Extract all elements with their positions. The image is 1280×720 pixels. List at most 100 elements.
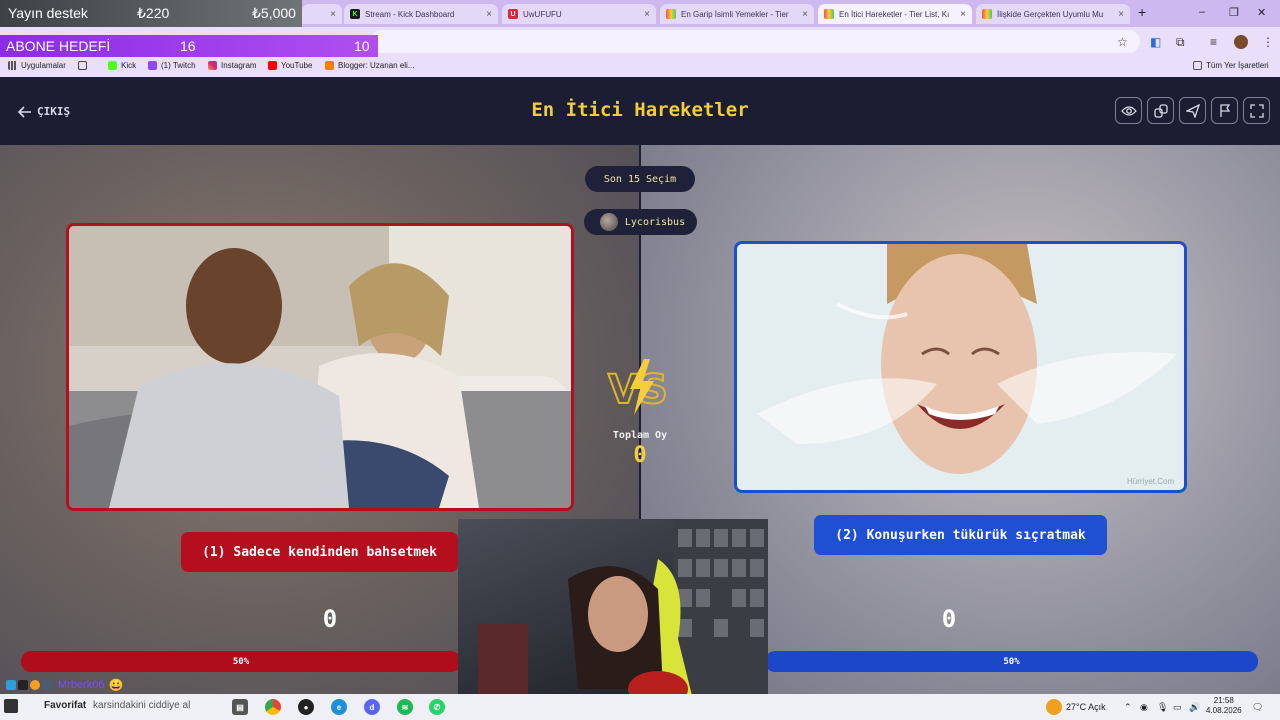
tray-chevron-icon[interactable]: ⌃ bbox=[1124, 702, 1132, 713]
media-controls-icon[interactable]: ≡ bbox=[1210, 35, 1217, 49]
bookmarks-bar: Uygulamalar Kick (1) Twitch Instagram Yo… bbox=[0, 57, 1280, 77]
browser-menu-icon[interactable]: ⋮ bbox=[1262, 35, 1274, 49]
fullscreen-button[interactable] bbox=[1243, 97, 1270, 124]
avatar bbox=[599, 213, 618, 231]
browser-tab-garip-yemekler[interactable]: En Garip İsimli Yemekler - Tier × bbox=[660, 4, 814, 24]
edge-icon[interactable]: e bbox=[331, 699, 347, 715]
option-1-vote-button[interactable]: (1) Sadece kendinden bahsetmek bbox=[181, 532, 458, 572]
discord-icon[interactable]: d bbox=[364, 699, 380, 715]
creator-badge[interactable]: Lycorisbus bbox=[584, 209, 697, 235]
grid-icon bbox=[78, 61, 87, 70]
extensions-icon[interactable]: ⧉ bbox=[1176, 35, 1185, 50]
tierlist-icon bbox=[824, 9, 834, 19]
image-watermark: Hürriyet.Com bbox=[1127, 477, 1174, 486]
volume-icon[interactable]: 🔊 bbox=[1189, 702, 1200, 713]
tab-close-icon[interactable]: × bbox=[1118, 9, 1124, 20]
browser-tab[interactable]: × bbox=[302, 4, 342, 24]
tab-close-icon[interactable]: × bbox=[802, 9, 808, 20]
translate-icon[interactable]: ◧ bbox=[1150, 35, 1161, 49]
bookmark-blogger[interactable]: Blogger: Uzanan eli... bbox=[325, 61, 415, 70]
link-icon bbox=[1153, 103, 1168, 118]
browser-tab-uwufufu[interactable]: U UwUFUFU × bbox=[502, 4, 656, 24]
bookmark-apps[interactable]: Uygulamalar bbox=[8, 61, 66, 70]
donation-current: ₺220 bbox=[137, 5, 170, 21]
tray-app-icon[interactable]: ◉ bbox=[1140, 702, 1148, 713]
chat-message-overlay: Mrberk06 😀 bbox=[6, 677, 123, 693]
start-icon[interactable] bbox=[4, 699, 18, 713]
donation-goal: ₺5,000 bbox=[252, 5, 296, 21]
option-1-image-card[interactable] bbox=[66, 223, 574, 511]
versus-emblem: VS bbox=[607, 359, 669, 415]
tab-close-icon[interactable]: × bbox=[644, 9, 650, 20]
whatsapp-icon[interactable]: ✆ bbox=[429, 699, 445, 715]
visibility-button[interactable] bbox=[1115, 97, 1142, 124]
bookmark-youtube[interactable]: YouTube bbox=[268, 61, 312, 70]
chrome-icon[interactable] bbox=[265, 699, 281, 715]
eye-icon bbox=[1120, 105, 1137, 116]
page-header: ÇIKIŞ En İtici Hareketler bbox=[0, 77, 1280, 145]
windows-taskbar: Favorifat karsindakini ciddiye al ▤ ● e … bbox=[0, 694, 1280, 720]
tab-close-icon[interactable]: × bbox=[486, 9, 492, 20]
chat-username: Mrberk06 bbox=[58, 679, 105, 691]
network-icon[interactable]: ▭ bbox=[1173, 702, 1182, 713]
obs-icon[interactable]: ● bbox=[298, 699, 314, 715]
microphone-icon[interactable]: 🎙 bbox=[1157, 702, 1168, 713]
browser-tab-itici-hareketler[interactable]: En İtici Hareketler - Tier List, Kı × bbox=[818, 4, 972, 24]
weather-icon bbox=[1046, 699, 1062, 715]
bookmark-kick[interactable]: Kick bbox=[108, 61, 136, 70]
send-button[interactable] bbox=[1179, 97, 1206, 124]
emote-icon: 😀 bbox=[108, 678, 124, 692]
notifications-icon[interactable]: 🗨 bbox=[1252, 702, 1263, 713]
sub-goal-target: 10 bbox=[354, 38, 370, 54]
send-icon bbox=[1185, 103, 1200, 118]
sub-goal-current: 16 bbox=[180, 38, 196, 54]
tierlist-icon bbox=[666, 9, 676, 19]
donation-label: Yayın destek bbox=[8, 5, 88, 21]
task-view-icon[interactable]: ▤ bbox=[232, 699, 248, 715]
weather-text[interactable]: 27°C Açık bbox=[1066, 702, 1106, 712]
donation-goal-overlay: Yayın destek ₺220 ₺5,000 bbox=[0, 0, 302, 27]
last-choices-button[interactable]: Son 15 Seçim bbox=[585, 166, 695, 192]
minimize-icon[interactable]: – bbox=[1199, 6, 1205, 18]
profile-avatar[interactable] bbox=[1234, 35, 1248, 49]
address-bar[interactable] bbox=[370, 30, 1140, 53]
badge-icon bbox=[30, 680, 40, 690]
webcam-image bbox=[478, 519, 768, 720]
option-2-photo: Hürriyet.Com bbox=[737, 244, 1184, 490]
apps-icon bbox=[8, 61, 17, 70]
stream-ticker: Favorifat karsindakini ciddiye al bbox=[44, 700, 191, 711]
browser-tab-iliskide-uyumlu[interactable]: İlişkide Gerçekten Uyumlu Mu × bbox=[976, 4, 1130, 24]
all-bookmarks[interactable]: Tüm Yer İşaretleri bbox=[1193, 61, 1269, 70]
tab-close-icon[interactable]: × bbox=[960, 9, 966, 20]
close-window-icon[interactable]: ✕ bbox=[1257, 6, 1266, 19]
badge-icon bbox=[18, 680, 28, 690]
option-2-image-card[interactable]: Hürriyet.Com bbox=[734, 241, 1187, 493]
spotify-icon[interactable]: ≋ bbox=[397, 699, 413, 715]
fullscreen-icon bbox=[1249, 103, 1264, 118]
total-votes-label: Toplam Oy bbox=[612, 430, 668, 441]
restore-icon[interactable]: ❐ bbox=[1229, 6, 1239, 19]
share-link-button[interactable] bbox=[1147, 97, 1174, 124]
instagram-icon bbox=[208, 61, 217, 70]
report-button[interactable] bbox=[1211, 97, 1238, 124]
option-2-vote-count: 0 bbox=[941, 605, 957, 633]
page-title: En İtici Hareketler bbox=[531, 99, 749, 121]
webcam-feed bbox=[458, 519, 768, 720]
clock[interactable]: 21:58 4.08.2026 bbox=[1206, 696, 1242, 716]
option-1-vote-count: 0 bbox=[322, 605, 338, 633]
tab-close-icon[interactable]: × bbox=[330, 9, 336, 20]
folder-icon bbox=[1193, 61, 1202, 70]
tierlist-icon bbox=[982, 9, 992, 19]
youtube-icon bbox=[268, 61, 277, 70]
twitch-icon bbox=[148, 61, 157, 70]
option-2-vote-button[interactable]: (2) Konuşurken tükürük sıçratmak bbox=[814, 515, 1107, 555]
kick-icon: K bbox=[350, 9, 360, 19]
option-1-percent-bar: 50% bbox=[21, 651, 461, 672]
total-votes-value: 0 bbox=[633, 443, 647, 468]
bookmark-star-icon[interactable]: ☆ bbox=[1117, 35, 1128, 49]
browser-tab-kick-dashboard[interactable]: K Stream - Kick Dashboard × bbox=[344, 4, 498, 24]
new-tab-icon[interactable]: + bbox=[1138, 4, 1146, 20]
bookmark-instagram[interactable]: Instagram bbox=[208, 61, 257, 70]
bookmark-twitch[interactable]: (1) Twitch bbox=[148, 61, 196, 70]
bookmark-grid[interactable] bbox=[78, 61, 91, 70]
